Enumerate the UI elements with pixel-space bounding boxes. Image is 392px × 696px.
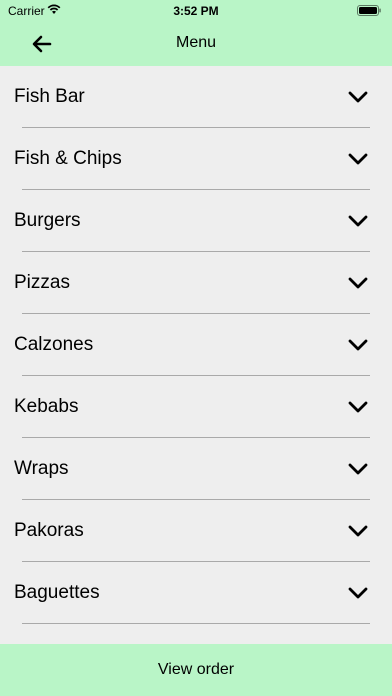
chevron-down-icon <box>348 339 368 351</box>
chevron-down-icon <box>348 215 368 227</box>
menu-item-kebabs[interactable]: Kebabs <box>0 376 392 438</box>
chevron-down-icon <box>348 401 368 413</box>
menu-item-label: Fish Bar <box>14 86 85 107</box>
nav-bar: Menu <box>0 22 392 66</box>
chevron-down-icon <box>348 587 368 599</box>
menu-item-label: Wraps <box>14 458 69 479</box>
menu-item-label: Baguettes <box>14 582 100 603</box>
menu-item-label: Pakoras <box>14 520 84 541</box>
menu-item-label: Burgers <box>14 210 81 231</box>
menu-item-label: Fish & Chips <box>14 148 122 169</box>
menu-item-label: Kebabs <box>14 396 79 417</box>
page-title: Menu <box>175 34 217 51</box>
battery-icon <box>357 5 381 16</box>
status-bar: Carrier 3:52 PM <box>0 0 392 22</box>
menu-item-label: Pizzas <box>14 272 70 293</box>
menu-item-baguettes[interactable]: Baguettes <box>0 562 392 624</box>
menu-item-wraps[interactable]: Wraps <box>0 438 392 500</box>
menu-item-burgers[interactable]: Burgers <box>0 190 392 252</box>
chevron-down-icon <box>348 525 368 537</box>
header: Carrier 3:52 PM Menu <box>0 0 392 66</box>
menu-item-fish-bar[interactable]: Fish Bar <box>0 66 392 128</box>
menu-list: Fish Bar Fish & Chips Burgers Pizzas Cal… <box>0 66 392 644</box>
chevron-down-icon <box>348 153 368 165</box>
view-order-label: View order <box>157 661 235 678</box>
status-time: 3:52 PM <box>173 4 219 18</box>
chevron-down-icon <box>348 463 368 475</box>
menu-item-pizzas[interactable]: Pizzas <box>0 252 392 314</box>
menu-item-calzones[interactable]: Calzones <box>0 314 392 376</box>
divider <box>22 623 370 624</box>
menu-item-fish-and-chips[interactable]: Fish & Chips <box>0 128 392 190</box>
chevron-down-icon <box>348 277 368 289</box>
menu-item-label: Calzones <box>14 334 94 355</box>
menu-item-pakoras[interactable]: Pakoras <box>0 500 392 562</box>
view-order-button[interactable]: View order <box>0 644 392 696</box>
chevron-down-icon <box>348 91 368 103</box>
